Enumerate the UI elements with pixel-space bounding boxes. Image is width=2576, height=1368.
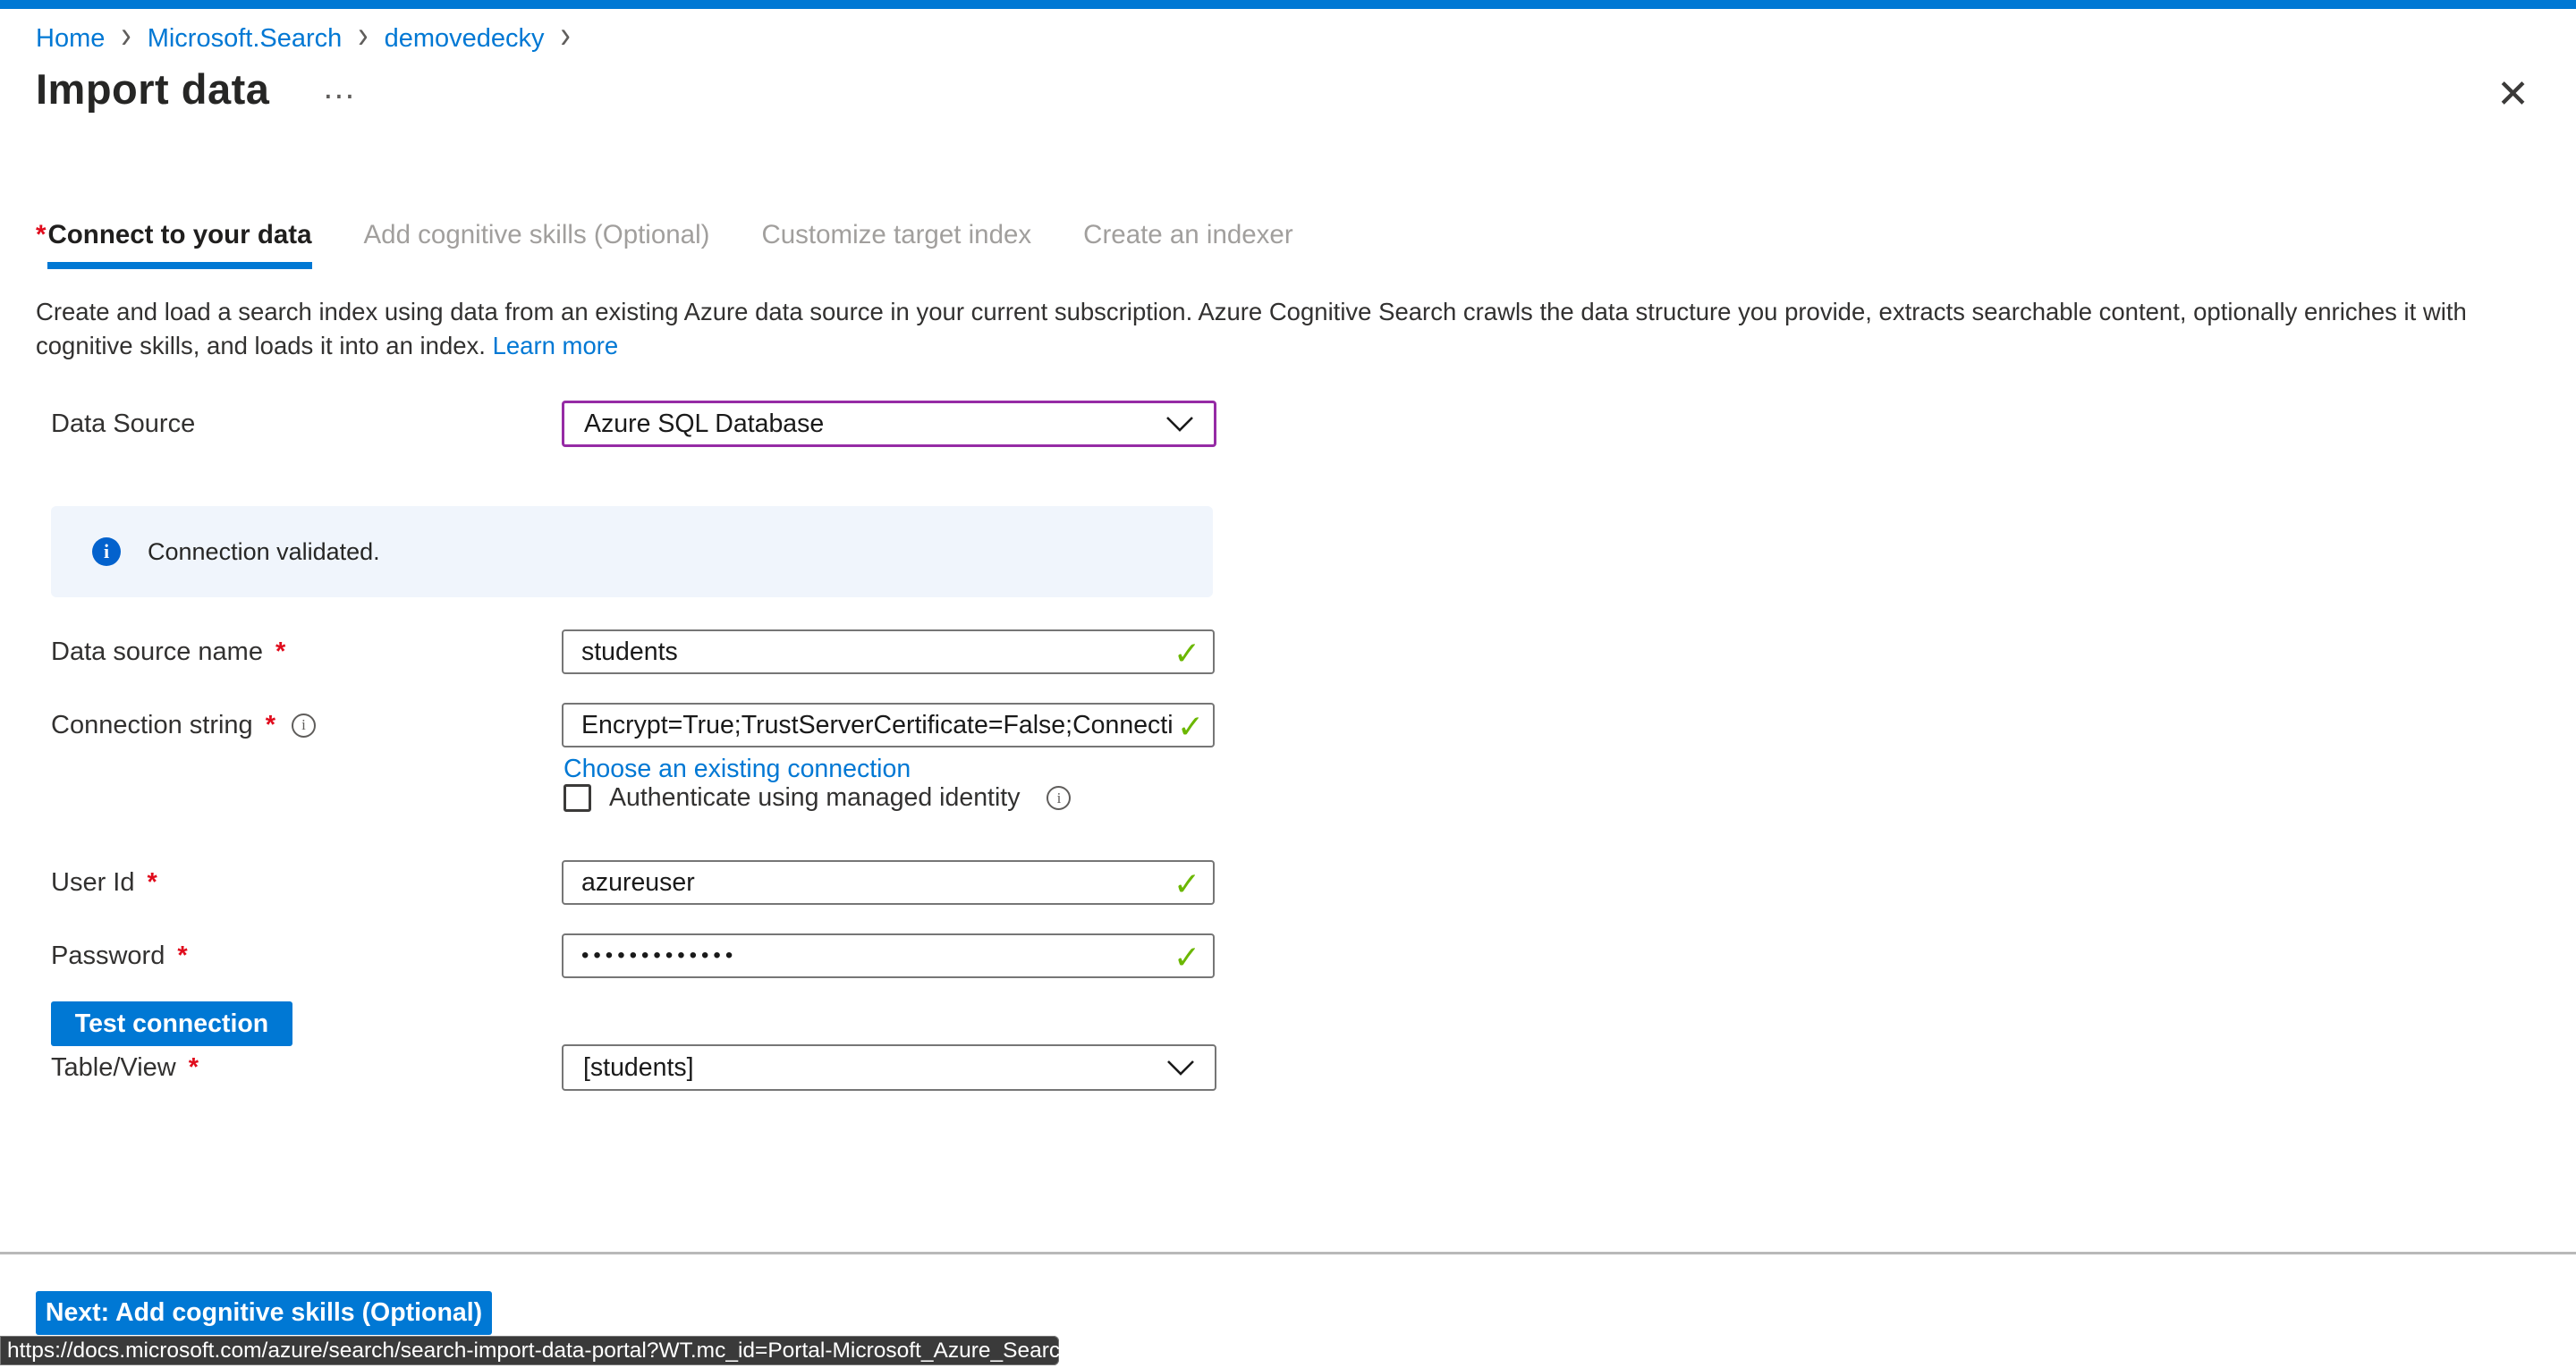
description-text: Create and load a search index using dat… (36, 298, 2467, 359)
footer-divider (0, 1252, 2576, 1254)
chevron-down-icon (1166, 1060, 1195, 1077)
data-source-name-label: Data source name * (51, 629, 552, 674)
label-text: Table/View (51, 1053, 176, 1083)
table-view-dropdown[interactable]: [students] (562, 1044, 1216, 1091)
connection-string-label: Connection string * i (51, 703, 552, 747)
label-text: Connection string (51, 711, 253, 740)
breadcrumb: Home › Microsoft.Search › demovedecky › (36, 23, 572, 55)
tab-label: Customize target index (761, 220, 1031, 249)
next-add-cognitive-skills-button[interactable]: Next: Add cognitive skills (Optional) (36, 1291, 492, 1335)
required-asterisk: * (147, 868, 157, 898)
close-icon[interactable]: ✕ (2496, 75, 2529, 114)
password-input[interactable] (562, 933, 1215, 978)
required-asterisk: * (36, 220, 46, 249)
tab-add-cognitive-skills[interactable]: Add cognitive skills (Optional) (364, 220, 710, 250)
data-source-dropdown[interactable]: Azure SQL Database (562, 401, 1216, 447)
test-connection-button[interactable]: Test connection (51, 1001, 292, 1046)
tab-create-an-indexer[interactable]: Create an indexer (1083, 220, 1293, 250)
table-view-label: Table/View * (51, 1044, 552, 1091)
required-asterisk: * (266, 711, 275, 740)
top-accent-bar (0, 0, 2576, 9)
password-label: Password * (51, 933, 552, 978)
connection-validated-banner: i Connection validated. (51, 506, 1213, 597)
table-view-value: [students] (583, 1053, 1166, 1083)
label-text: Data Source (51, 410, 195, 439)
tab-customize-target-index[interactable]: Customize target index (761, 220, 1031, 250)
more-options-icon[interactable]: … (322, 69, 358, 107)
learn-more-link[interactable]: Learn more (493, 332, 619, 359)
page-header: Import data … ✕ (36, 64, 2540, 122)
tab-connect-to-your-data[interactable]: *Connect to your data (36, 220, 312, 269)
managed-identity-row: Authenticate using managed identity i (564, 783, 1071, 813)
label-text: Password (51, 942, 165, 971)
tab-label: Connect to your data (47, 220, 311, 269)
connection-string-input[interactable] (562, 703, 1215, 747)
info-icon: i (92, 537, 121, 566)
label-text: Data source name (51, 638, 263, 667)
chevron-down-icon (1165, 416, 1194, 433)
required-asterisk: * (189, 1053, 199, 1083)
required-asterisk: * (275, 638, 285, 667)
breadcrumb-demovedecky[interactable]: demovedecky (385, 24, 545, 54)
page-title: Import data (36, 64, 269, 114)
choose-existing-connection-link[interactable]: Choose an existing connection (564, 755, 911, 784)
data-source-label: Data Source (51, 401, 552, 447)
data-source-name-input[interactable] (562, 629, 1215, 674)
page-description: Create and load a search index using dat… (36, 295, 2544, 363)
breadcrumb-microsoft-search[interactable]: Microsoft.Search (148, 24, 343, 54)
banner-text: Connection validated. (148, 538, 380, 566)
statusbar-url: https://docs.microsoft.com/azure/search/… (7, 1338, 1072, 1364)
chevron-right-icon: › (559, 20, 572, 59)
wizard-tabs: *Connect to your data Add cognitive skil… (36, 220, 1293, 269)
info-icon[interactable]: i (1046, 786, 1071, 810)
link-preview-statusbar: https://docs.microsoft.com/azure/search/… (0, 1336, 1059, 1365)
user-id-input[interactable] (562, 860, 1215, 905)
data-source-value: Azure SQL Database (584, 410, 1165, 439)
info-icon[interactable]: i (292, 714, 316, 738)
tab-label: Add cognitive skills (Optional) (364, 220, 710, 249)
chevron-right-icon: › (119, 20, 132, 59)
breadcrumb-home[interactable]: Home (36, 24, 105, 54)
managed-identity-label: Authenticate using managed identity (609, 783, 1020, 813)
label-text: User Id (51, 868, 134, 898)
user-id-label: User Id * (51, 860, 552, 905)
tab-label: Create an indexer (1083, 220, 1293, 249)
managed-identity-checkbox[interactable] (564, 784, 591, 812)
required-asterisk: * (177, 942, 187, 971)
chevron-right-icon: › (356, 20, 369, 59)
